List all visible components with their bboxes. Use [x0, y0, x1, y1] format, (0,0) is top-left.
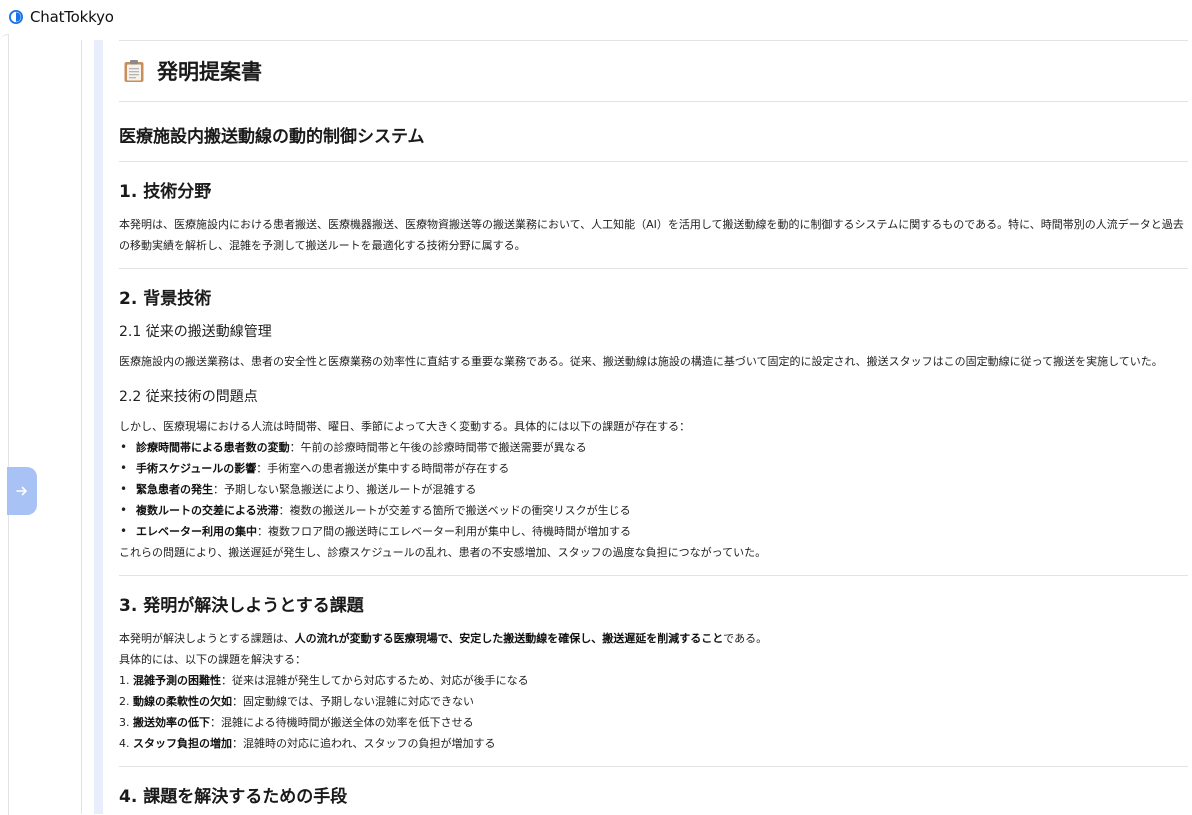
background-paragraph-1: 医療施設内の搬送業務は、患者の安全性と医療業務の効率性に直結する重要な業務である…	[119, 355, 1163, 368]
arrow-right-icon	[16, 486, 27, 496]
problem-intro: 本発明が解決しようとする課題は、人の流れが変動する医療現場で、安定した搬送動線を…	[119, 632, 768, 645]
clipboard-icon	[124, 60, 144, 82]
brand[interactable]: ChatTokkyo	[8, 8, 114, 26]
left-panel	[0, 34, 9, 815]
subheading-conventional-management: 2.1 従来の搬送動線管理	[119, 324, 272, 340]
chattokkyo-logo-icon	[9, 10, 23, 24]
app-name: ChatTokkyo	[30, 8, 114, 26]
document-header: 発明提案書	[119, 41, 1188, 101]
document-rail	[94, 40, 103, 814]
numbered-item: 3. 搬送効率の低下：混雑による待機時間が搬送全体の効率を低下させる	[119, 716, 474, 729]
list-item: 手術スケジュールの影響：手術室への患者搬送が集中する時間帯が存在する	[119, 458, 1188, 479]
expand-sidebar-button[interactable]	[7, 467, 37, 515]
document-content: 発明提案書 医療施設内搬送動線の動的制御システム 1. 技術分野 本発明は、医療…	[119, 40, 1188, 814]
background-paragraph-2: しかし、医療現場における人流は時間帯、曜日、季節によって大きく変動する。具体的に…	[119, 420, 691, 433]
invention-title: 医療施設内搬送動線の動的制御システム	[119, 127, 425, 147]
list-item: 緊急患者の発生：予期しない緊急搬送により、搬送ルートが混雑する	[119, 479, 1188, 500]
subheading-problems: 2.2 従来技術の問題点	[119, 389, 258, 405]
numbered-item: 1. 混雑予測の困難性：従来は混雑が発生してから対応するため、対応が後手になる	[119, 674, 529, 687]
numbered-item: 4. スタッフ負担の増加：混雑時の対応に追われ、スタッフの負担が増加する	[119, 737, 496, 750]
section-heading-background: 2. 背景技術	[119, 289, 212, 309]
problem-paragraph-2: 具体的には、以下の課題を解決する：	[119, 653, 306, 666]
section-heading-means: 4. 課題を解決するための手段	[119, 787, 348, 807]
technical-field-paragraph: 本発明は、医療施設内における患者搬送、医療機器搬送、医療物資搬送等の搬送業務にお…	[119, 218, 1184, 252]
problem-list: 診療時間帯による患者数の変動：午前の診療時間帯と午後の診療時間帯で搬送需要が異な…	[119, 437, 1188, 542]
document-title: 発明提案書	[157, 60, 262, 84]
list-item: エレベーター利用の集中：複数フロア間の搬送時にエレベーター利用が集中し、待機時間…	[119, 521, 1188, 542]
section-heading-technical-field: 1. 技術分野	[119, 182, 212, 202]
background-paragraph-3: これらの問題により、搬送遅延が発生し、診療スケジュールの乱れ、患者の不安感増加、…	[119, 546, 767, 559]
panel-divider	[81, 40, 82, 814]
list-item: 診療時間帯による患者数の変動：午前の診療時間帯と午後の診療時間帯で搬送需要が異な…	[119, 437, 1188, 458]
section-heading-problem: 3. 発明が解決しようとする課題	[119, 596, 364, 616]
list-item: 複数ルートの交差による渋滞：複数の搬送ルートが交差する箇所で搬送ベッドの衝突リス…	[119, 500, 1188, 521]
numbered-item: 2. 動線の柔軟性の欠如：固定動線では、予期しない混雑に対応できない	[119, 695, 474, 708]
top-bar: ChatTokkyo	[0, 0, 1192, 34]
